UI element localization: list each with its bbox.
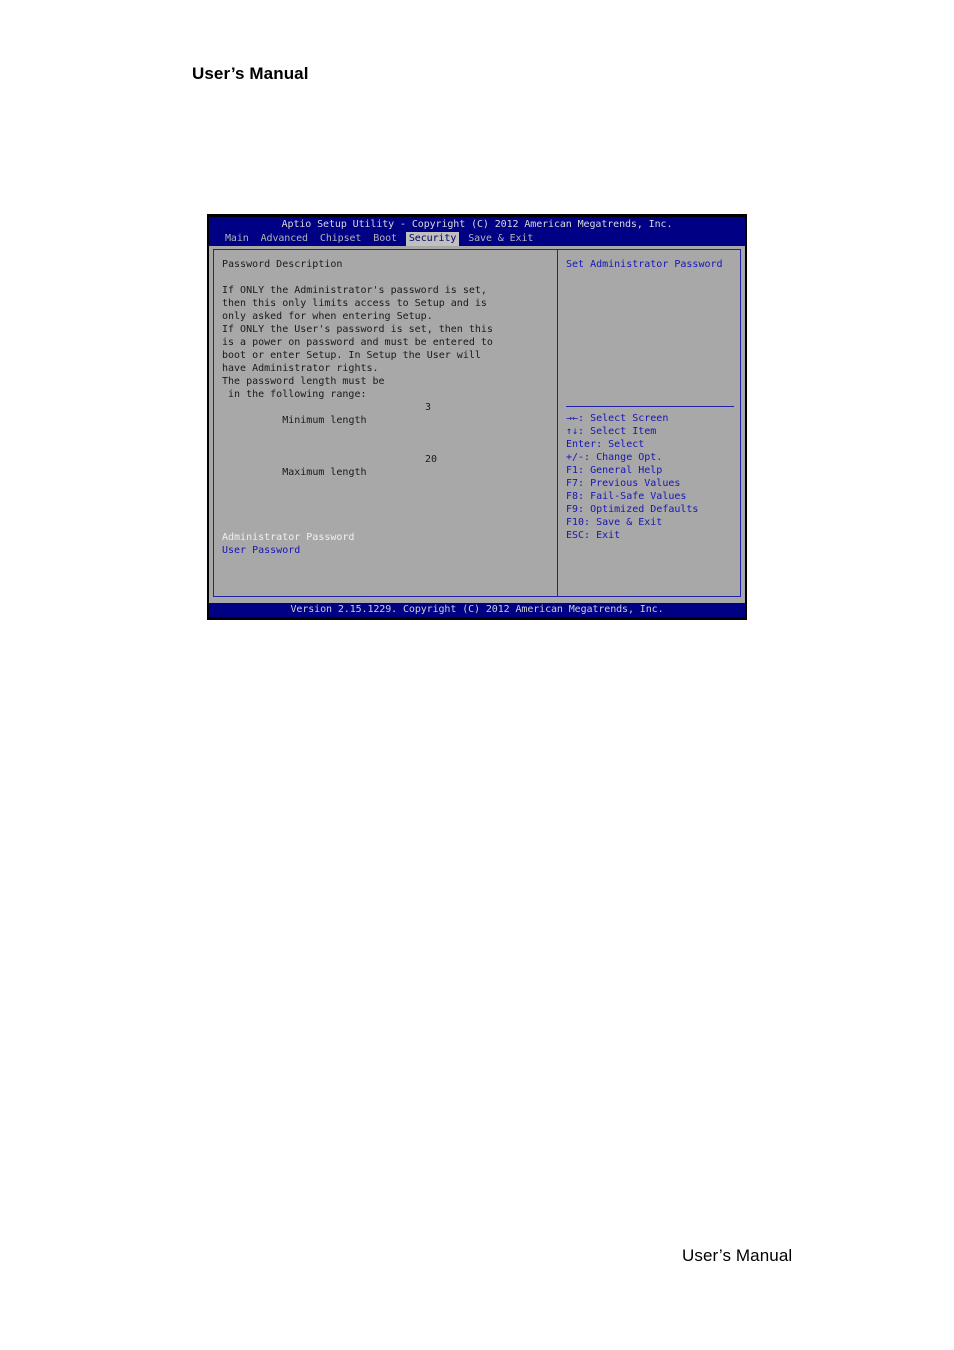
description-line: boot or enter Setup. In Setup the User w… xyxy=(222,350,481,361)
minimum-length-label: Minimum length xyxy=(282,415,367,426)
description-line: If ONLY the Administrator's password is … xyxy=(222,285,487,296)
bios-menu-bar: Main Advanced Chipset Boot Security Save… xyxy=(209,232,745,246)
minimum-length-row: Minimum length 3 xyxy=(222,401,557,453)
tab-advanced[interactable]: Advanced xyxy=(258,232,311,246)
help-divider xyxy=(566,406,734,407)
description-line: is a power on password and must be enter… xyxy=(222,337,493,348)
key-f8-fail-safe-values: F8: Fail-Safe Values xyxy=(566,491,687,502)
key-select-item: ↑↓: Select Item xyxy=(566,426,657,437)
key-f1-general-help: F1: General Help xyxy=(566,465,663,476)
help-pane-spacer xyxy=(566,271,740,406)
description-line: only asked for when entering Setup. xyxy=(222,311,433,322)
tab-save-and-exit[interactable]: Save & Exit xyxy=(465,232,536,246)
tab-chipset[interactable]: Chipset xyxy=(317,232,364,246)
password-description-heading: Password Description xyxy=(222,259,343,270)
help-text: Set Administrator Password xyxy=(566,259,723,270)
key-enter-select: Enter: Select xyxy=(566,439,645,450)
maximum-length-row: Maximum length 20 xyxy=(222,453,557,505)
tab-security[interactable]: Security xyxy=(405,232,460,246)
description-line: have Administrator rights. xyxy=(222,363,379,374)
user-password-option[interactable]: User Password xyxy=(222,544,557,557)
help-pane: Set Administrator Password →←: Select Sc… xyxy=(558,250,740,596)
tab-boot[interactable]: Boot xyxy=(370,232,400,246)
minimum-length-value: 3 xyxy=(425,402,432,413)
bios-setup-screenshot: Aptio Setup Utility - Copyright (C) 2012… xyxy=(207,214,747,620)
key-esc-exit: ESC: Exit xyxy=(566,530,621,541)
maximum-length-label: Maximum length xyxy=(282,467,367,478)
description-line: The password length must be xyxy=(222,376,385,387)
page-header-title: User’s Manual xyxy=(192,64,309,83)
page-footer-title: User’s Manual xyxy=(682,1246,793,1265)
password-description-text: If ONLY the Administrator's password is … xyxy=(222,284,557,505)
administrator-password-option[interactable]: Administrator Password xyxy=(222,531,557,544)
bios-title-bar: Aptio Setup Utility - Copyright (C) 2012… xyxy=(209,217,745,232)
key-f9-optimized-defaults: F9: Optimized Defaults xyxy=(566,504,699,515)
password-description-pane: Password Description If ONLY the Adminis… xyxy=(214,250,558,596)
description-line: If ONLY the User's password is set, then… xyxy=(222,324,493,335)
key-f7-previous-values: F7: Previous Values xyxy=(566,478,681,489)
key-change-opt: +/-: Change Opt. xyxy=(566,452,663,463)
bios-content-area: Password Description If ONLY the Adminis… xyxy=(213,249,741,597)
maximum-length-value: 20 xyxy=(425,454,438,465)
key-f10-save-exit: F10: Save & Exit xyxy=(566,517,663,528)
bios-version-bar: Version 2.15.1229. Copyright (C) 2012 Am… xyxy=(209,603,745,617)
password-options-group: Administrator Password User Password xyxy=(222,531,557,557)
key-select-screen: →←: Select Screen xyxy=(566,413,669,424)
key-legend-list: →←: Select Screen ↑↓: Select Item Enter:… xyxy=(566,412,740,542)
tab-main[interactable]: Main xyxy=(222,232,252,246)
description-line: in the following range: xyxy=(222,389,367,400)
description-line: then this only limits access to Setup an… xyxy=(222,298,487,309)
